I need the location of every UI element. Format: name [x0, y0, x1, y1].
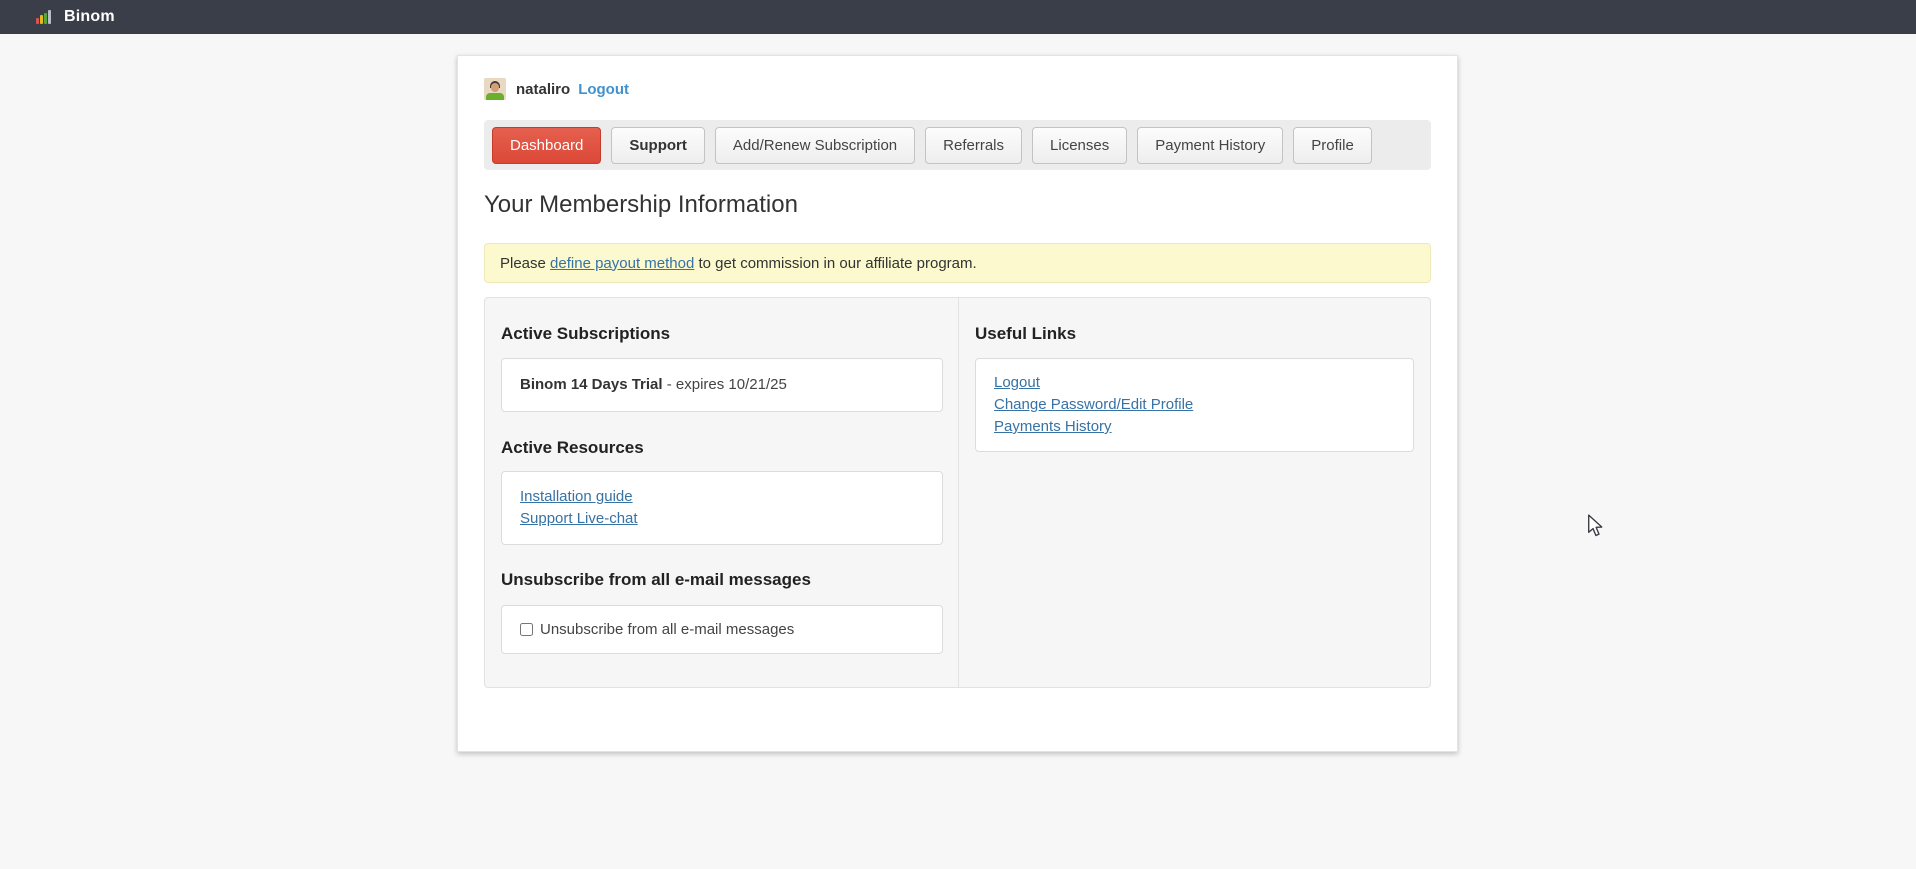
unsubscribe-heading: Unsubscribe from all e-mail messages [501, 570, 943, 590]
support-live-chat-link[interactable]: Support Live-chat [520, 508, 924, 530]
active-subscriptions-heading: Active Subscriptions [501, 324, 943, 344]
active-resources-heading: Active Resources [501, 438, 943, 458]
define-payout-method-link[interactable]: define payout method [550, 255, 694, 272]
unsubscribe-box: Unsubscribe from all e-mail messages [501, 605, 943, 654]
tab-profile[interactable]: Profile [1293, 127, 1372, 164]
brand-name: Binom [64, 8, 115, 26]
tab-referrals[interactable]: Referrals [925, 127, 1022, 164]
nav-tabs: Dashboard Support Add/Renew Subscription… [484, 120, 1431, 170]
mouse-cursor-icon [1584, 514, 1606, 538]
alert-text-prefix: Please [500, 255, 550, 272]
user-row: nataliro Logout [484, 78, 1431, 100]
alert-text-suffix: to get commission in our affiliate progr… [694, 255, 976, 272]
tab-add-renew-subscription[interactable]: Add/Renew Subscription [715, 127, 915, 164]
logout-link-top[interactable]: Logout [578, 81, 629, 98]
subscriptions-column: Active Subscriptions Binom 14 Days Trial… [485, 298, 959, 687]
membership-card: nataliro Logout Dashboard Support Add/Re… [457, 55, 1458, 752]
subscription-expiry: - expires 10/21/25 [663, 376, 787, 393]
top-bar: Binom [0, 0, 1916, 34]
username: nataliro [516, 81, 570, 98]
tab-support[interactable]: Support [611, 127, 705, 164]
membership-panel: Active Subscriptions Binom 14 Days Trial… [484, 297, 1431, 688]
payments-history-link[interactable]: Payments History [994, 416, 1395, 438]
brand-logo: Binom [36, 8, 115, 26]
useful-links-box: Logout Change Password/Edit Profile Paym… [975, 358, 1414, 452]
payout-alert: Please define payout method to get commi… [484, 243, 1431, 283]
subscription-item: Binom 14 Days Trial - expires 10/21/25 [501, 358, 943, 412]
useful-links-column: Useful Links Logout Change Password/Edit… [959, 298, 1430, 687]
logout-link[interactable]: Logout [994, 372, 1395, 394]
subscription-name: Binom 14 Days Trial [520, 376, 663, 393]
tab-licenses[interactable]: Licenses [1032, 127, 1127, 164]
unsubscribe-checkbox-label[interactable]: Unsubscribe from all e-mail messages [540, 621, 794, 638]
tab-dashboard[interactable]: Dashboard [492, 127, 601, 164]
resources-box: Installation guide Support Live-chat [501, 471, 943, 545]
change-password-edit-profile-link[interactable]: Change Password/Edit Profile [994, 394, 1395, 416]
user-avatar [484, 78, 506, 100]
tab-payment-history[interactable]: Payment History [1137, 127, 1283, 164]
useful-links-heading: Useful Links [975, 324, 1414, 344]
unsubscribe-checkbox[interactable] [520, 623, 533, 636]
bar-chart-icon [36, 10, 52, 24]
installation-guide-link[interactable]: Installation guide [520, 486, 924, 508]
page-title: Your Membership Information [484, 191, 1431, 219]
